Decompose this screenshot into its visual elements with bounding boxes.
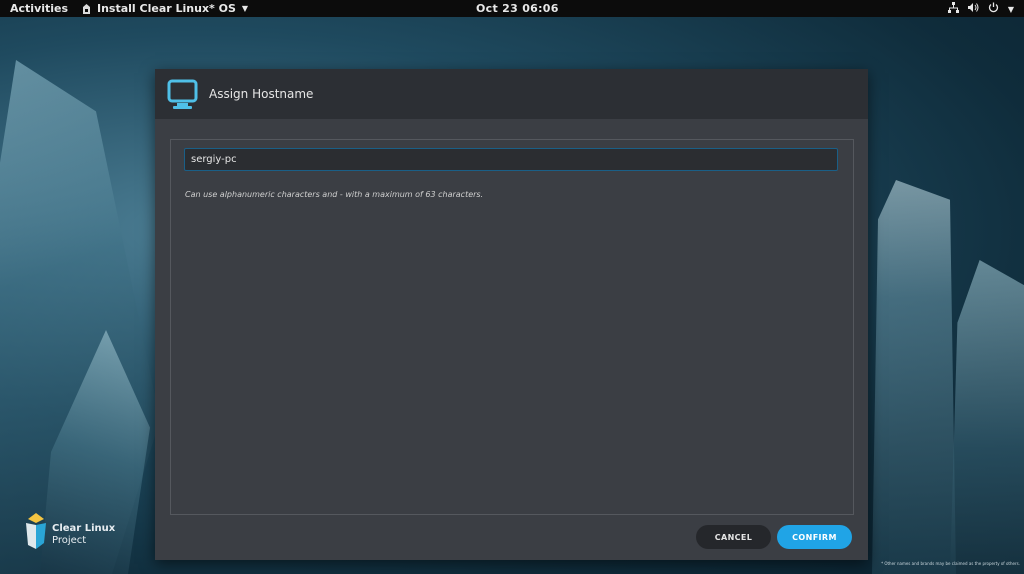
clear-linux-logo-icon (24, 513, 48, 557)
brand-line2: Project (52, 535, 87, 546)
clear-linux-brand: Clear Linux Project (24, 513, 115, 557)
brand-line1: Clear Linux (52, 523, 116, 534)
top-bar: Activities Install Clear Linux* OS ▼ Oct… (0, 0, 1024, 17)
monitor-icon (166, 78, 199, 111)
brand-text: Clear Linux Project (52, 523, 115, 547)
app-icon (82, 3, 91, 14)
wallpaper-crystal (950, 260, 1024, 574)
cancel-button[interactable]: CANCEL (696, 525, 771, 549)
power-icon (988, 2, 999, 16)
system-tray[interactable]: ▼ (947, 2, 1014, 16)
app-menu[interactable]: Install Clear Linux* OS ▼ (82, 2, 248, 15)
trademark-footnote: * Other names and brands may be claimed … (881, 561, 1020, 566)
hostname-input[interactable] (184, 148, 838, 171)
chevron-down-icon: ▼ (1007, 4, 1014, 14)
network-icon (947, 2, 959, 16)
chevron-down-icon: ▼ (241, 4, 249, 13)
activities-button[interactable]: Activities (10, 2, 68, 15)
dialog-header: Assign Hostname (155, 69, 868, 119)
clock[interactable]: Oct 23 06:06 (476, 2, 559, 15)
dialog-title: Assign Hostname (209, 87, 314, 101)
volume-icon (967, 2, 979, 16)
confirm-button[interactable]: CONFIRM (777, 525, 852, 549)
app-name: Install Clear Linux* OS (97, 2, 236, 15)
assign-hostname-dialog: Assign Hostname Can use alphanumeric cha… (155, 69, 868, 560)
hostname-hint: Can use alphanumeric characters and - wi… (185, 190, 484, 199)
